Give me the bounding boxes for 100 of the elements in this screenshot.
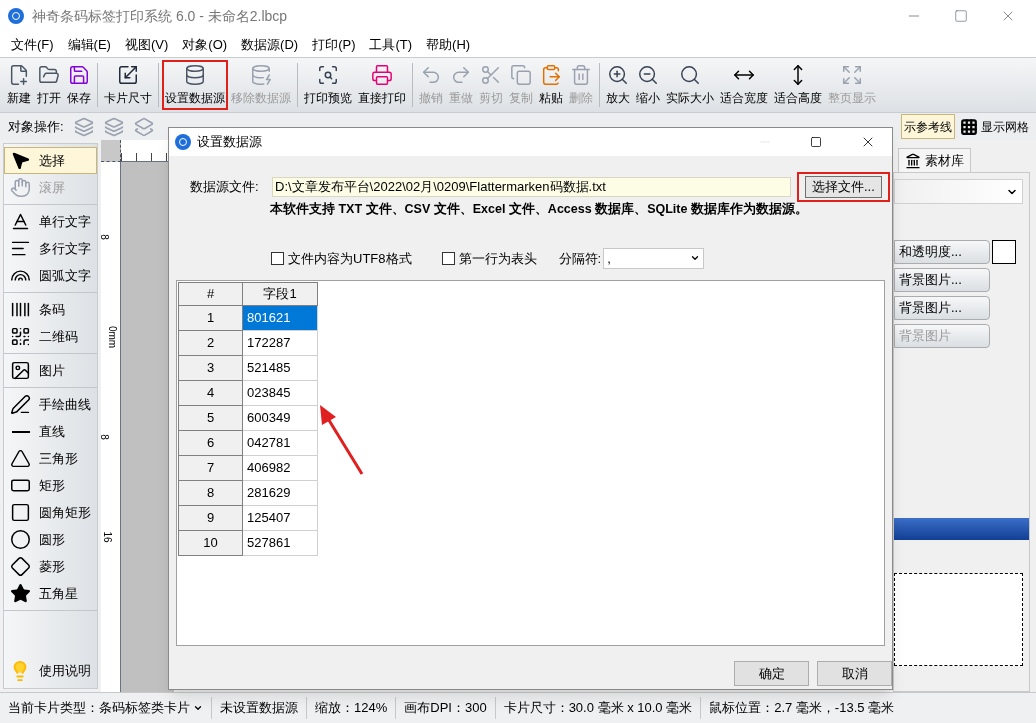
text-icon: [10, 211, 31, 232]
row-header[interactable]: 1: [178, 305, 243, 331]
toolbar-button[interactable]: 放大: [603, 60, 633, 110]
line-icon: [11, 430, 30, 433]
caret-icon: [193, 703, 203, 713]
row-header[interactable]: 9: [178, 505, 243, 531]
star-icon: [10, 583, 31, 604]
checkbox[interactable]: 文件内容为UTF8格式: [271, 248, 412, 268]
row-header[interactable]: 7: [178, 455, 243, 481]
menu-item[interactable]: 编辑(E): [60, 34, 118, 55]
app-icon: [8, 8, 24, 24]
toolbar-button[interactable]: 适合宽度: [717, 60, 771, 110]
tool-item[interactable]: 圆角矩形: [4, 499, 97, 526]
pen-icon: [10, 394, 31, 415]
layers-icon[interactable]: [73, 116, 94, 137]
status-text: 未设置数据源: [220, 699, 298, 718]
scissors-icon: [480, 63, 502, 86]
dialog-button[interactable]: 确定: [734, 660, 809, 686]
object-toolbar-label: 对象操作:: [8, 117, 64, 136]
menu-item[interactable]: 打印(P): [305, 34, 363, 55]
preview-icon: [317, 63, 339, 86]
dialog-button[interactable]: 取消: [817, 660, 892, 686]
dropdown-field[interactable]: [894, 179, 1023, 204]
toolbar-button[interactable]: 新建: [4, 60, 34, 110]
toolbar-button[interactable]: 打开: [34, 60, 64, 110]
status-text: 卡片尺寸：30.0 毫米 x 10.0 毫米: [503, 699, 693, 718]
layers-icon[interactable]: [133, 116, 154, 137]
tool-item[interactable]: 手绘曲线: [4, 391, 97, 418]
menu-item[interactable]: 对象(O): [175, 34, 235, 55]
expand-icon: [841, 63, 863, 86]
tool-item[interactable]: 条码: [4, 296, 97, 323]
file-path-field[interactable]: D:\文章发布平台\2022\02月\0209\Flattermarken码数据.txt: [272, 177, 791, 197]
help-item[interactable]: 使用说明: [4, 657, 97, 685]
toolbar-button[interactable]: 设置数据源: [162, 60, 228, 110]
panel-button[interactable]: 背景图片...: [894, 296, 990, 320]
toolbar-button[interactable]: 打印预览: [301, 60, 355, 110]
tool-item[interactable]: 直线: [4, 418, 97, 445]
zoom-out-icon: [637, 63, 659, 86]
row-header[interactable]: 6: [178, 430, 243, 456]
pointer-icon: [10, 150, 31, 171]
column-header: #: [178, 282, 243, 306]
app-icon: [175, 134, 191, 150]
tool-item[interactable]: 矩形: [4, 472, 97, 499]
menu-item[interactable]: 工具(T): [362, 34, 420, 55]
row-header[interactable]: 8: [178, 480, 243, 506]
copy-icon: [510, 63, 532, 86]
tool-item[interactable]: 菱形: [4, 553, 97, 580]
toolbar-button[interactable]: 实际大小: [663, 60, 717, 110]
menu-item[interactable]: 帮助(H): [419, 34, 478, 55]
ellipse-icon: [10, 529, 31, 550]
trash-icon: [570, 63, 592, 86]
toolbar-button[interactable]: 直接打印: [355, 60, 409, 110]
row-header[interactable]: 5: [178, 405, 243, 431]
toolbar-button[interactable]: 粘贴: [536, 60, 566, 110]
toolbar-button[interactable]: 保存: [64, 60, 94, 110]
database-icon: [184, 63, 206, 86]
column-header: 字段1: [242, 282, 318, 306]
rounded-rectangle-icon: [10, 502, 31, 523]
zoom-in-icon: [607, 63, 629, 86]
row-header[interactable]: 4: [178, 380, 243, 406]
tool-item[interactable]: 二维码: [4, 323, 97, 350]
ruler-label: 16: [101, 531, 112, 543]
separator-select[interactable]: ,: [603, 247, 705, 269]
tool-item[interactable]: 图片: [4, 357, 97, 384]
ruler-label: 0mm: [107, 325, 118, 349]
toggle-button[interactable]: 示参考线: [901, 114, 955, 139]
toolbar-button[interactable]: 卡片尺寸: [101, 60, 155, 110]
tool-item[interactable]: 单行文字: [4, 208, 97, 235]
ruler-label: 8: [98, 434, 109, 440]
tool-item[interactable]: 多行文字: [4, 235, 97, 262]
field-label: 数据源文件:: [190, 178, 260, 197]
tool-item[interactable]: 三角形: [4, 445, 97, 472]
tool-item[interactable]: 圆弧文字: [4, 262, 97, 289]
menu-item[interactable]: 视图(V): [117, 34, 176, 55]
menu-item[interactable]: 文件(F): [4, 34, 61, 55]
image-icon: [10, 360, 31, 381]
toolbar-button[interactable]: 缩小: [633, 60, 663, 110]
row-header[interactable]: 2: [178, 330, 243, 356]
panel-button[interactable]: 和透明度...: [894, 240, 990, 264]
menu-item[interactable]: 数据源(D): [234, 34, 306, 55]
printer-icon: [371, 63, 393, 86]
panel-button[interactable]: 背景图片...: [894, 268, 990, 292]
toggle-button[interactable]: 显示网格: [957, 114, 1032, 139]
tool-item[interactable]: 五角星: [4, 580, 97, 607]
toolbar-button[interactable]: 适合高度: [771, 60, 825, 110]
row-header[interactable]: 3: [178, 355, 243, 381]
panel-tab[interactable]: 素材库: [898, 148, 971, 172]
resize-icon: [117, 63, 139, 86]
card-type-dropdown[interactable]: 当前卡片类型：条码标签类卡片: [8, 698, 203, 718]
clipboard-icon: [540, 63, 562, 86]
choose-file-button[interactable]: 选择文件...: [797, 172, 890, 202]
layers-icon[interactable]: [103, 116, 124, 137]
field-label: 分隔符:: [558, 249, 602, 268]
tool-item[interactable]: 选择: [4, 147, 97, 174]
row-header[interactable]: 10: [178, 530, 243, 556]
hand-icon: [10, 177, 31, 198]
maximize-icon[interactable]: [810, 136, 822, 148]
color-swatch[interactable]: [992, 240, 1016, 264]
checkbox[interactable]: 第一行为表头: [441, 248, 537, 268]
tool-item[interactable]: 圆形: [4, 526, 97, 553]
